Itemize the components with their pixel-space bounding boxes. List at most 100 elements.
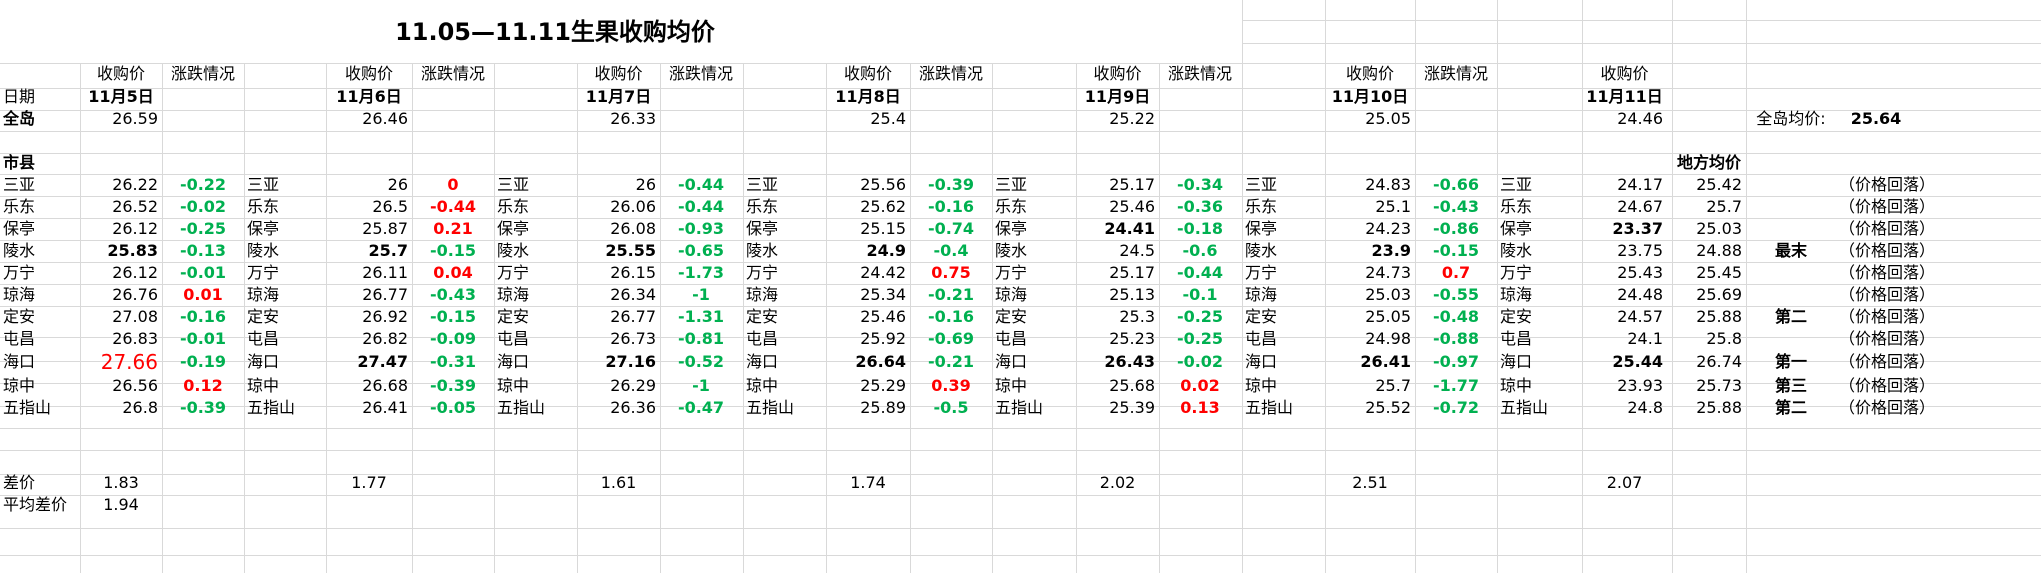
county-price: 25.7 [1375, 376, 1411, 395]
county-price: 25.46 [1109, 197, 1155, 216]
local-avg-value: 25.8 [1706, 329, 1742, 348]
county-price: 26.73 [610, 329, 656, 348]
county-price: 25.68 [1109, 376, 1155, 395]
county-name: 保亭 [995, 219, 1028, 238]
county-name: 乐东 [1245, 197, 1278, 216]
county-price: 24.57 [1617, 307, 1663, 326]
county-name: 五指山 [746, 398, 795, 417]
sheet-title: 11.05—11.11生果收购均价 [395, 18, 715, 46]
county-name: 屯昌 [1500, 329, 1533, 348]
grid-row-line [0, 88, 2041, 89]
county-name: 万宁 [995, 263, 1028, 282]
county-name: 保亭 [1245, 219, 1278, 238]
spreadsheet-grid[interactable]: 11.05—11.11生果收购均价 日期 全岛 市县 收购价 涨跌情况 11月5日 26.5… [0, 0, 2041, 573]
county-name: 万宁 [3, 263, 36, 282]
county-price: 26.12 [112, 263, 158, 282]
grid-column-line [1672, 0, 1673, 63]
county-name: 万宁 [497, 263, 530, 282]
county-name: 保亭 [497, 219, 530, 238]
local-avg-value: 25.7 [1706, 197, 1742, 216]
price-change: -1.31 [677, 307, 725, 326]
county-price: 26.12 [112, 219, 158, 238]
grid-row-line [0, 528, 2041, 529]
price-change: -0.09 [429, 329, 477, 348]
price-change: -0.25 [179, 219, 227, 238]
avg-diff-value: 1.94 [103, 495, 139, 514]
county-name: 万宁 [746, 263, 779, 282]
price-header: 收购价 [843, 64, 892, 83]
price-change: -0.19 [179, 352, 227, 371]
price-change: -0.39 [179, 398, 227, 417]
price-change: -0.02 [179, 197, 227, 216]
price-change: -0.44 [1176, 263, 1224, 282]
price-header: 收购价 [344, 64, 393, 83]
county-price: 26.08 [610, 219, 656, 238]
county-price: 26.76 [112, 285, 158, 304]
diff-value: 2.51 [1352, 473, 1388, 492]
county-name: 定安 [497, 307, 530, 326]
price-change: -0.18 [1176, 219, 1224, 238]
date-value: 11月7日 [585, 87, 652, 106]
local-avg-header: 地方均价 [1676, 153, 1741, 172]
county-price: 25.3 [1119, 307, 1155, 326]
county-name: 保亭 [1500, 219, 1533, 238]
county-name: 乐东 [995, 197, 1028, 216]
price-change: -0.88 [1432, 329, 1480, 348]
county-price: 24.42 [860, 263, 906, 282]
county-name: 琼海 [3, 285, 36, 304]
county-price: 26.15 [610, 263, 656, 282]
price-change: -0.44 [677, 175, 725, 194]
county-price: 26.68 [362, 376, 408, 395]
county-name: 琼海 [1245, 285, 1278, 304]
price-change: -0.93 [677, 219, 725, 238]
date-value: 11月6日 [336, 87, 402, 106]
price-change: -0.66 [1432, 175, 1480, 194]
price-change: -0.86 [1432, 219, 1480, 238]
county-price: 25.23 [1109, 329, 1155, 348]
price-change: 0.01 [183, 285, 223, 304]
price-change: 0 [447, 175, 459, 194]
county-name: 乐东 [1500, 197, 1533, 216]
county-price: 25.34 [860, 285, 906, 304]
county-price: 25.1 [1375, 197, 1411, 216]
county-name: 保亭 [247, 219, 280, 238]
price-note: （价格回落） [1839, 329, 1936, 348]
local-avg-value: 24.88 [1696, 241, 1742, 260]
price-change: -0.13 [179, 241, 227, 260]
county-name: 海口 [247, 352, 280, 371]
price-change: 0.7 [1441, 263, 1471, 282]
county-name: 琼海 [746, 285, 779, 304]
price-change: -0.22 [179, 175, 227, 194]
price-note: （价格回落） [1839, 197, 1936, 216]
county-price: 26.41 [362, 398, 408, 417]
county-price: 24.98 [1365, 329, 1411, 348]
county-price: 27.16 [605, 352, 656, 371]
county-price: 26.06 [610, 197, 656, 216]
county-price: 27.47 [357, 352, 408, 371]
rank-label [1746, 328, 1836, 350]
county-price: 25.17 [1109, 263, 1155, 282]
county-name: 三亚 [247, 175, 280, 194]
county-name: 陵水 [3, 241, 36, 260]
change-header: 涨跌情况 [1167, 64, 1232, 83]
county-name: 保亭 [3, 219, 36, 238]
county-price: 23.9 [1371, 241, 1411, 260]
county-name: 琼中 [1500, 376, 1533, 395]
county-name: 三亚 [1245, 175, 1278, 194]
county-name: 三亚 [3, 175, 36, 194]
county-price: 25.17 [1109, 175, 1155, 194]
county-price: 26.11 [362, 263, 408, 282]
diff-value: 1.77 [351, 473, 387, 492]
county-name: 五指山 [247, 398, 296, 417]
diff-value: 2.02 [1099, 473, 1136, 492]
price-change: -0.43 [1432, 197, 1480, 216]
county-price: 25.89 [860, 398, 906, 417]
price-change: -1.77 [1432, 376, 1480, 395]
grid-row-line [0, 450, 2041, 451]
rank-label [1746, 284, 1836, 306]
county-name: 五指山 [3, 398, 52, 417]
diff-value: 1.74 [850, 473, 886, 492]
county-price: 26.77 [362, 285, 408, 304]
date-value: 11月8日 [835, 87, 901, 106]
diff-value: 1.83 [103, 473, 139, 492]
